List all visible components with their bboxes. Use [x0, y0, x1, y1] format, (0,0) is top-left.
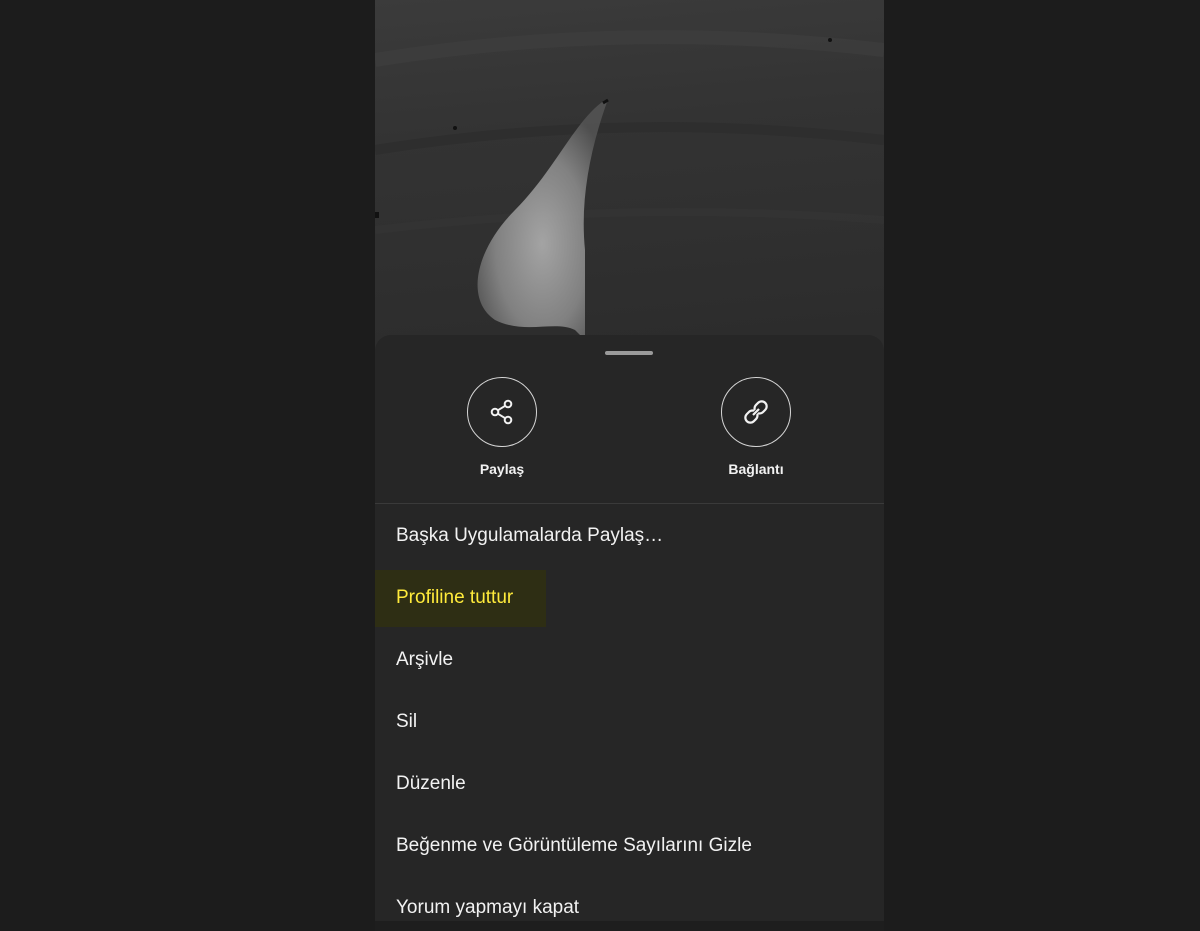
menu-item-label: Yorum yapmayı kapat: [396, 897, 580, 918]
bottom-sheet: Paylaş Bağlantı Başka Uygulamalarda Payl…: [375, 335, 884, 931]
phone-screen: Paylaş Bağlantı Başka Uygulamalarda Payl…: [375, 0, 884, 931]
drag-handle[interactable]: [605, 351, 653, 355]
share-button[interactable]: Paylaş: [442, 377, 562, 477]
menu-item-delete[interactable]: Sil: [375, 691, 884, 753]
menu-item-label: Profiline tuttur: [396, 587, 514, 608]
options-menu: Başka Uygulamalarda Paylaş… Profiline tu…: [375, 505, 884, 931]
divider: [375, 503, 884, 504]
menu-item-label: Başka Uygulamalarda Paylaş…: [396, 525, 664, 546]
menu-item-edit[interactable]: Düzenle: [375, 753, 884, 815]
link-label: Bağlantı: [728, 461, 784, 477]
menu-item-archive[interactable]: Arşivle: [375, 629, 884, 691]
bottom-edge: [375, 921, 884, 931]
menu-item-label: Sil: [396, 711, 418, 732]
menu-item-label: Beğenme ve Görüntüleme Sayılarını Gizle: [396, 835, 752, 856]
menu-item-hide-like-counts[interactable]: Beğenme ve Görüntüleme Sayılarını Gizle: [375, 815, 884, 877]
share-label: Paylaş: [479, 461, 525, 477]
photo-content: [375, 30, 884, 340]
link-button[interactable]: Bağlantı: [696, 377, 816, 477]
post-photo[interactable]: [375, 0, 884, 360]
menu-item-share-other-apps[interactable]: Başka Uygulamalarda Paylaş…: [375, 505, 884, 567]
share-icon: [467, 377, 537, 447]
link-icon: [721, 377, 791, 447]
menu-item-label: Arşivle: [396, 649, 454, 670]
menu-item-pin-to-profile[interactable]: Profiline tuttur: [375, 567, 884, 629]
menu-item-label: Düzenle: [396, 773, 466, 794]
